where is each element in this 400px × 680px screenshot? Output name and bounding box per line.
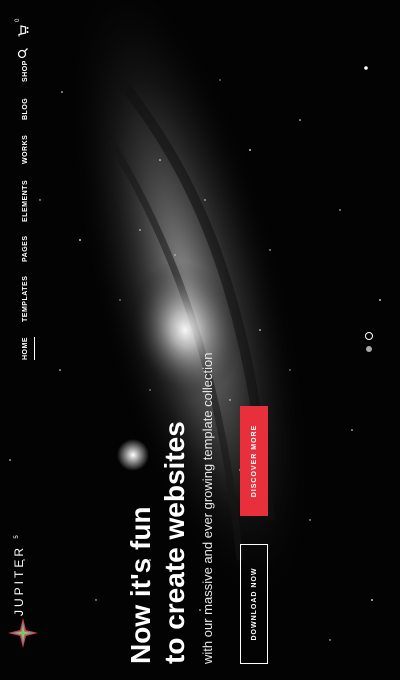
brand-name[interactable]: JUPITER 5 <box>12 535 26 616</box>
nav-item-elements[interactable]: ELEMENTS <box>22 180 29 222</box>
page-stage: JUPITER 5 HOME TEMPLATES PAGES ELEMENTS … <box>0 0 400 680</box>
cart-icon[interactable] <box>16 24 30 38</box>
hero-title-line2: to create websites <box>159 421 190 664</box>
cart-count: 0 <box>15 18 21 22</box>
nav-item-templates[interactable]: TEMPLATES <box>22 276 29 322</box>
hero-title: Now it's fun to create websites <box>124 421 192 664</box>
nav-item-home[interactable]: HOME <box>22 337 29 360</box>
hero-subtitle: with our massive and ever growing templa… <box>200 352 215 664</box>
brand-version: 5 <box>14 535 20 539</box>
slider-pagination <box>365 322 376 352</box>
slider-dot-2[interactable] <box>365 332 373 340</box>
download-now-button[interactable]: DOWNLOAD NOW <box>240 544 268 664</box>
nav-item-blog[interactable]: BLOG <box>22 98 29 120</box>
nav-item-shop[interactable]: SHOP <box>22 60 29 82</box>
hero-title-line1: Now it's fun <box>125 506 156 664</box>
logo-icon[interactable] <box>8 618 38 648</box>
slider-dot-1[interactable] <box>366 346 372 352</box>
brand-text: JUPITER <box>12 544 26 616</box>
discover-more-button[interactable]: DISCOVER MORE <box>240 406 268 516</box>
nav-item-pages[interactable]: PAGES <box>22 236 29 263</box>
search-icon[interactable] <box>16 46 30 60</box>
nav-item-works[interactable]: WORKS <box>22 135 29 164</box>
